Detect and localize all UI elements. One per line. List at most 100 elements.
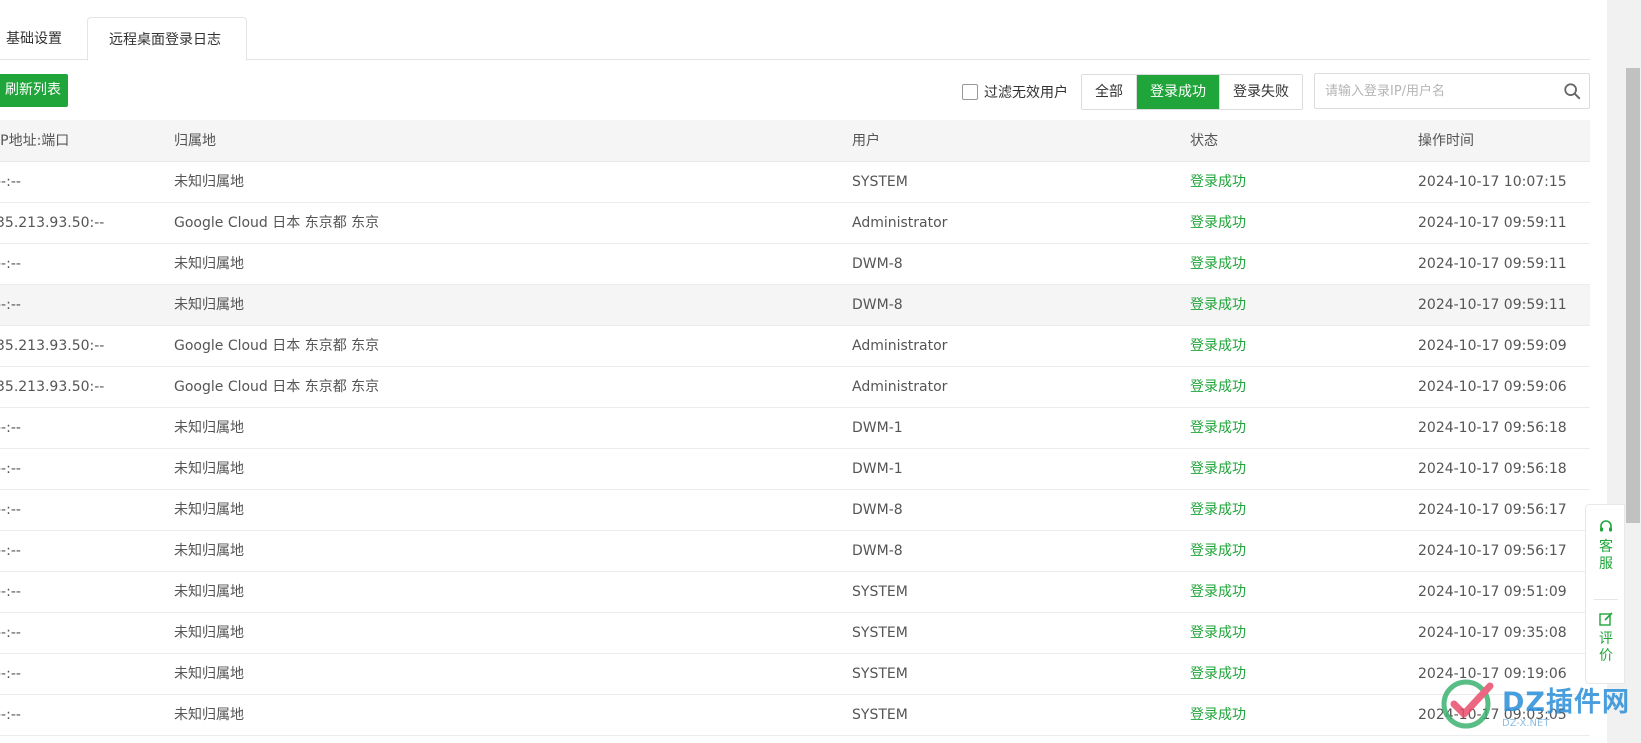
cell-location: 未知归属地 <box>174 461 244 477</box>
watermark-text: DZ插件网 <box>1502 687 1630 718</box>
table-row[interactable]: --:-- 未知归属地 SYSTEM 登录成功 2024-10-17 09:35… <box>0 613 1590 654</box>
table-row[interactable]: 35.213.93.50:-- Google Cloud 日本 东京都 东京 A… <box>0 367 1590 408</box>
col-ip-port: IP地址:端口 <box>0 133 70 149</box>
search-box <box>1314 73 1590 109</box>
cell-user: SYSTEM <box>852 625 908 641</box>
cell-status: 登录成功 <box>1190 666 1246 682</box>
table-row[interactable]: --:-- 未知归属地 DWM-8 登录成功 2024-10-17 09:59:… <box>0 244 1590 285</box>
col-time: 操作时间 <box>1418 133 1474 149</box>
cell-ip: 35.213.93.50:-- <box>0 215 105 231</box>
table-row[interactable]: --:-- 未知归属地 DWM-8 登录成功 2024-10-17 09:56:… <box>0 531 1590 572</box>
col-location: 归属地 <box>174 133 216 149</box>
cell-user: DWM-8 <box>852 256 903 272</box>
filter-failed-button[interactable]: 登录失败 <box>1220 75 1302 109</box>
tab-bar: 基础设置 远程桌面登录日志 <box>0 0 1590 61</box>
cell-user: SYSTEM <box>852 707 908 723</box>
table-row[interactable]: --:-- 未知归属地 DWM-8 登录成功 2024-10-17 09:56:… <box>0 490 1590 531</box>
headset-icon <box>1600 520 1612 532</box>
filter-label: 过滤无效用户 <box>984 85 1068 101</box>
cell-time: 2024-10-17 09:59:11 <box>1418 215 1567 231</box>
cell-location: 未知归属地 <box>174 256 244 272</box>
service-label-2: 服 <box>1599 556 1613 572</box>
table-row[interactable]: --:-- 未知归属地 SYSTEM 登录成功 2024-10-17 09:51… <box>0 572 1590 613</box>
table-body: --:-- 未知归属地 SYSTEM 登录成功 2024-10-17 10:07… <box>0 162 1590 736</box>
cell-status: 登录成功 <box>1190 174 1246 190</box>
cell-ip: --:-- <box>0 625 21 641</box>
table-row[interactable]: --:-- 未知归属地 SYSTEM 登录成功 2024-10-17 09:03… <box>0 695 1590 736</box>
cell-ip: 35.213.93.50:-- <box>0 338 105 354</box>
cell-ip: --:-- <box>0 666 21 682</box>
cell-time: 2024-10-17 09:56:17 <box>1418 543 1567 559</box>
cell-ip: --:-- <box>0 502 21 518</box>
search-input[interactable] <box>1325 74 1553 108</box>
table-row[interactable]: --:-- 未知归属地 SYSTEM 登录成功 2024-10-17 09:19… <box>0 654 1590 695</box>
cell-status: 登录成功 <box>1190 707 1246 723</box>
cell-user: DWM-1 <box>852 420 903 436</box>
filter-checkbox[interactable] <box>962 84 978 100</box>
edit-icon <box>1599 612 1613 626</box>
cell-location: 未知归属地 <box>174 666 244 682</box>
cell-status: 登录成功 <box>1190 420 1246 436</box>
cell-time: 2024-10-17 09:59:06 <box>1418 379 1567 395</box>
table-row[interactable]: 35.213.93.50:-- Google Cloud 日本 东京都 东京 A… <box>0 203 1590 244</box>
cell-user: SYSTEM <box>852 584 908 600</box>
cell-status: 登录成功 <box>1190 625 1246 641</box>
cell-user: DWM-8 <box>852 297 903 313</box>
tab-rdp-login-log[interactable]: 远程桌面登录日志 <box>87 17 247 61</box>
watermark: DZ插件网 DZ-X.NET <box>1440 678 1630 734</box>
rating-button[interactable]: 评 价 <box>1586 611 1626 665</box>
watermark-subtext: DZ-X.NET <box>1502 718 1550 729</box>
cell-location: Google Cloud 日本 东京都 东京 <box>174 379 380 395</box>
status-filter-group: 全部 登录成功 登录失败 <box>1081 74 1303 110</box>
cell-time: 2024-10-17 09:59:11 <box>1418 297 1567 313</box>
cell-time: 2024-10-17 09:35:08 <box>1418 625 1567 641</box>
cell-location: 未知归属地 <box>174 174 244 190</box>
tab-basic-settings[interactable]: 基础设置 <box>6 17 62 61</box>
rating-label-2: 价 <box>1599 648 1613 664</box>
cell-user: DWM-8 <box>852 543 903 559</box>
cell-ip: --:-- <box>0 461 21 477</box>
cell-ip: --:-- <box>0 420 21 436</box>
side-panel-divider <box>1594 599 1618 600</box>
cell-ip: --:-- <box>0 584 21 600</box>
table-header: IP地址:端口 归属地 用户 状态 操作时间 <box>0 120 1590 162</box>
service-label-1: 客 <box>1599 539 1613 555</box>
cell-time: 2024-10-17 10:07:15 <box>1418 174 1567 190</box>
search-icon[interactable] <box>1563 82 1581 100</box>
cell-location: 未知归属地 <box>174 297 244 313</box>
cell-user: DWM-8 <box>852 502 903 518</box>
cell-time: 2024-10-17 09:56:17 <box>1418 502 1567 518</box>
cell-ip: --:-- <box>0 256 21 272</box>
customer-service-button[interactable]: 客 服 <box>1586 519 1626 573</box>
cell-time: 2024-10-17 09:56:18 <box>1418 420 1567 436</box>
cell-location: 未知归属地 <box>174 420 244 436</box>
rating-label-1: 评 <box>1599 631 1613 647</box>
filter-all-button[interactable]: 全部 <box>1082 75 1136 109</box>
cell-time: 2024-10-17 09:59:09 <box>1418 338 1567 354</box>
cell-time: 2024-10-17 09:51:09 <box>1418 584 1567 600</box>
cell-status: 登录成功 <box>1190 215 1246 231</box>
cell-ip: --:-- <box>0 543 21 559</box>
cell-status: 登录成功 <box>1190 379 1246 395</box>
table-row[interactable]: 35.213.93.50:-- Google Cloud 日本 东京都 东京 A… <box>0 326 1590 367</box>
cell-user: Administrator <box>852 379 948 395</box>
filter-invalid-users[interactable]: 过滤无效用户 <box>962 82 1068 102</box>
table-row[interactable]: --:-- 未知归属地 DWM-1 登录成功 2024-10-17 09:56:… <box>0 408 1590 449</box>
cell-location: 未知归属地 <box>174 584 244 600</box>
cell-user: Administrator <box>852 215 948 231</box>
check-logo-icon <box>1441 679 1494 729</box>
refresh-list-button[interactable]: 刷新列表 <box>0 74 68 107</box>
cell-location: 未知归属地 <box>174 502 244 518</box>
scrollbar-thumb[interactable] <box>1626 68 1640 523</box>
table-row[interactable]: --:-- 未知归属地 SYSTEM 登录成功 2024-10-17 10:07… <box>0 162 1590 203</box>
table-row[interactable]: --:-- 未知归属地 DWM-8 登录成功 2024-10-17 09:59:… <box>0 285 1590 326</box>
cell-location: Google Cloud 日本 东京都 东京 <box>174 215 380 231</box>
filter-success-button[interactable]: 登录成功 <box>1136 75 1220 109</box>
cell-user: DWM-1 <box>852 461 903 477</box>
cell-user: SYSTEM <box>852 666 908 682</box>
cell-status: 登录成功 <box>1190 543 1246 559</box>
cell-status: 登录成功 <box>1190 297 1246 313</box>
cell-user: Administrator <box>852 338 948 354</box>
floating-side-panel: 客 服 评 价 <box>1585 504 1625 684</box>
table-row[interactable]: --:-- 未知归属地 DWM-1 登录成功 2024-10-17 09:56:… <box>0 449 1590 490</box>
